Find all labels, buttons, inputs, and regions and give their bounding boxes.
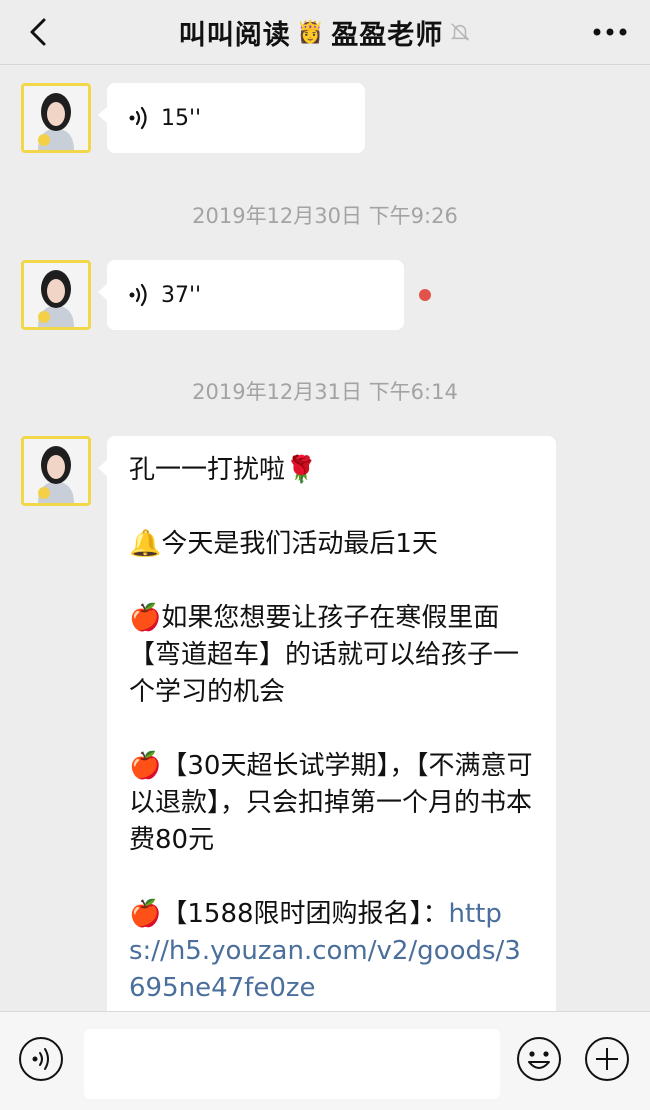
avatar[interactable]: [21, 436, 91, 506]
voice-duration: 37'': [161, 282, 202, 308]
chat-header: 叫叫阅读 👸 盈盈老师: [0, 0, 650, 65]
input-toolbar: [0, 1011, 650, 1110]
text-message-bubble[interactable]: 孔一一打扰啦🌹 🔔今天是我们活动最后1天 🍎如果您想要让孩子在寒假里面【弯道超车…: [98, 436, 556, 1011]
avatar[interactable]: [21, 260, 91, 330]
unread-dot: [419, 289, 431, 301]
message-line: 孔一一打扰啦🌹: [129, 455, 318, 485]
voice-input-toggle[interactable]: [18, 1036, 64, 1082]
message-line: 🔔今天是我们活动最后1天: [129, 529, 438, 559]
more-options-button[interactable]: [588, 12, 632, 52]
message-line: 🍎【30天超长试学期】，【不满意可以退款】，只会扣掉第一个月的书本费80元: [129, 751, 533, 855]
message-line: 🍎【1588限时团购报名】：https://h5.youzan.com/v2/g…: [129, 896, 536, 1007]
voice-toggle-icon: [19, 1037, 63, 1081]
message-line: 🍎如果您想要让孩子在寒假里面【弯道超车】的话就可以给孩子一个学习的机会: [129, 603, 520, 707]
title-contact-name: 盈盈老师: [331, 19, 444, 51]
teacher-avatar-image: [24, 86, 88, 150]
title-group-name: 叫叫阅读: [178, 19, 291, 51]
mute-bell-icon: [451, 23, 470, 41]
emoji-button[interactable]: [516, 1036, 562, 1082]
message-input[interactable]: [84, 1029, 500, 1099]
sound-wave-icon: [129, 283, 147, 307]
emoji-icon: [517, 1037, 561, 1081]
message-timestamp: 2019年12月30日 下午9:26: [192, 204, 458, 228]
plus-icon: [585, 1037, 629, 1081]
message-timestamp: 2019年12月31日 下午6:14: [192, 380, 458, 404]
back-button[interactable]: [18, 12, 58, 52]
chat-title: 叫叫阅读 👸 盈盈老师: [179, 13, 471, 52]
teacher-avatar-image: [24, 263, 88, 327]
link-prefix: 🍎【1588限时团购报名】：: [129, 899, 449, 929]
teacher-avatar-image: [24, 439, 88, 503]
crown-icon: 👸: [296, 19, 326, 45]
voice-message-bubble[interactable]: 15'': [98, 83, 365, 153]
more-dots-icon: [593, 28, 627, 36]
voice-duration: 15'': [161, 105, 202, 131]
avatar[interactable]: [21, 83, 91, 153]
more-actions-button[interactable]: [584, 1036, 630, 1082]
message-list[interactable]: 15'' 2019年12月30日 下午9:26 37'' 2019年12月31日…: [0, 65, 650, 1011]
sound-wave-icon: [129, 106, 147, 130]
voice-message-bubble[interactable]: 37'': [98, 260, 404, 330]
chevron-left-icon: [30, 18, 46, 46]
